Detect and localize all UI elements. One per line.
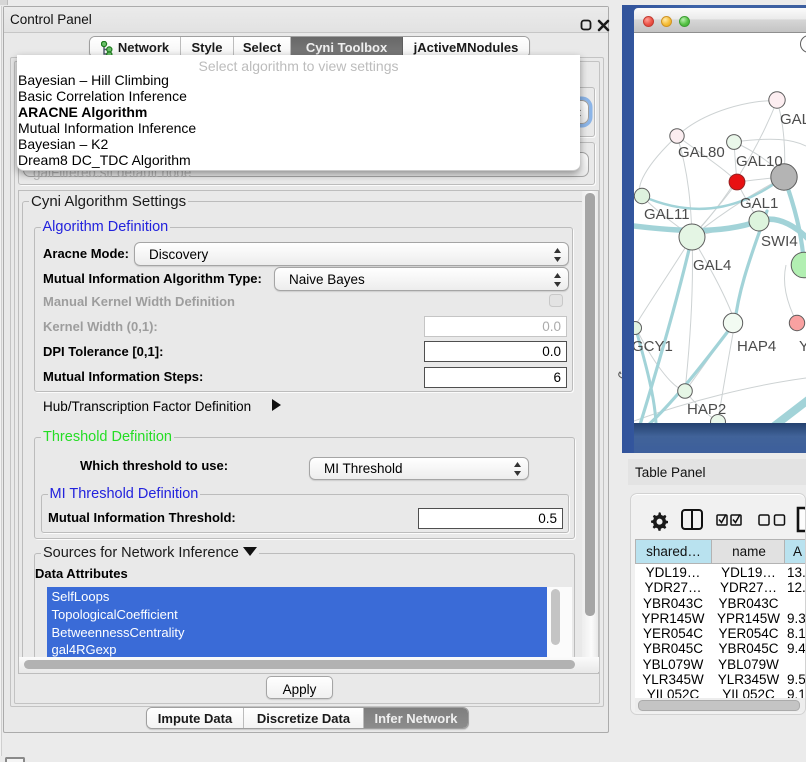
svg-text:GAL80: GAL80 xyxy=(678,144,725,161)
svg-text:YJ: YJ xyxy=(799,338,806,355)
svg-text:GAL10: GAL10 xyxy=(736,153,783,170)
svg-text:GAL11: GAL11 xyxy=(644,206,690,223)
svg-text:SWI4: SWI4 xyxy=(761,233,798,250)
svg-text:HAP2: HAP2 xyxy=(687,401,726,418)
svg-text:GAL1: GAL1 xyxy=(740,195,778,212)
svg-text:GAL7: GAL7 xyxy=(780,111,806,128)
svg-text:GAL4: GAL4 xyxy=(693,257,731,274)
svg-text:HAP4: HAP4 xyxy=(737,338,776,355)
svg-text:GCY1: GCY1 xyxy=(634,338,673,355)
